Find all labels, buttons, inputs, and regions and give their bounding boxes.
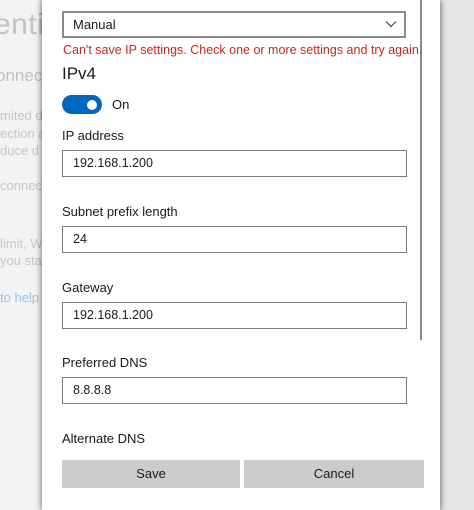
subnet-prefix-label: Subnet prefix length: [62, 204, 178, 219]
cancel-button[interactable]: Cancel: [244, 460, 424, 488]
gateway-label: Gateway: [62, 280, 114, 295]
background-help-link[interactable]: to help: [0, 290, 39, 305]
error-message: Can't save IP settings. Check one or mor…: [63, 43, 423, 57]
dialog-footer: Save Cancel: [42, 452, 440, 510]
ip-address-label: IP address: [62, 128, 124, 143]
preferred-dns-label: Preferred DNS: [62, 355, 148, 370]
ip-assignment-value: Manual: [73, 17, 116, 32]
ip-assignment-select[interactable]: Manual: [62, 11, 406, 38]
ip-address-input[interactable]: 192.168.1.200: [62, 150, 407, 177]
background-subheading: onnect: [0, 66, 48, 85]
edit-ip-settings-dialog: Manual Can't save IP settings. Check one…: [42, 0, 440, 510]
background-text: duce d: [0, 143, 40, 158]
background-text: ection a: [0, 126, 46, 141]
preferred-dns-input[interactable]: 8.8.8.8: [62, 377, 407, 404]
background-right-edge: [440, 0, 474, 510]
save-button[interactable]: Save: [62, 460, 240, 488]
chevron-down-icon: [385, 21, 397, 28]
background-text: limit, W: [0, 236, 43, 251]
ipv4-section-title: IPv4: [62, 64, 97, 83]
background-text: connect: [0, 178, 46, 193]
ipv4-toggle-label: On: [112, 97, 130, 112]
alternate-dns-label: Alternate DNS: [62, 431, 146, 446]
subnet-prefix-input[interactable]: 24: [62, 226, 407, 253]
toggle-knob: [87, 99, 97, 110]
ipv4-toggle[interactable]: [62, 95, 102, 114]
gateway-input[interactable]: 192.168.1.200: [62, 302, 407, 329]
